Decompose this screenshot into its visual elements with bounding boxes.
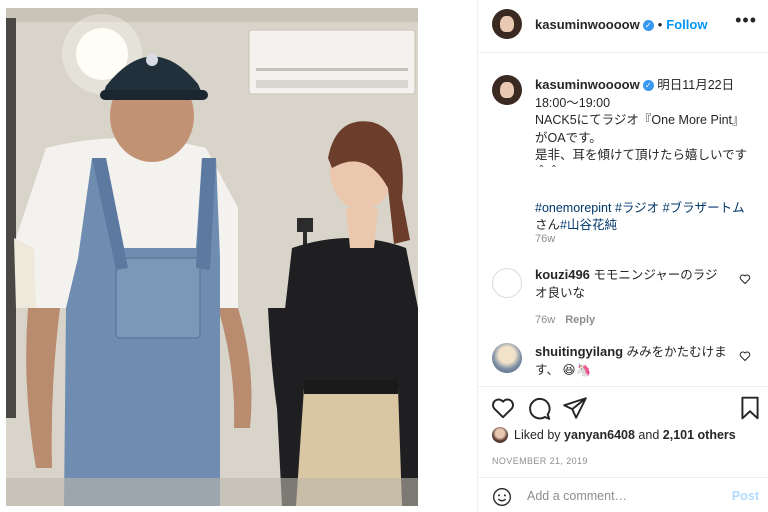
comment-timestamp[interactable]: 76w bbox=[535, 314, 555, 326]
post-comment-button[interactable]: Post bbox=[732, 489, 759, 503]
author-username[interactable]: kasuminwoooow bbox=[535, 17, 640, 32]
caption-line: 18:00〜19:00 bbox=[535, 95, 611, 110]
liker-avatar[interactable] bbox=[492, 427, 508, 443]
heart-icon[interactable] bbox=[739, 350, 751, 362]
caption-avatar[interactable] bbox=[492, 75, 522, 105]
verified-badge-icon: ✓ bbox=[642, 80, 654, 91]
caption-line: NACK5にてラジオ『One More Pint』 bbox=[535, 113, 745, 127]
caption-timestamp[interactable]: 76w bbox=[535, 233, 555, 245]
caption-line: ＾＾ bbox=[535, 165, 561, 180]
hashtag-link[interactable]: #ラジオ bbox=[615, 201, 659, 215]
caption-text: kasuminwoooow ✓ 明日11月22日 18:00〜19:00 NACK… bbox=[535, 76, 757, 235]
likes-prefix: Liked by bbox=[514, 428, 561, 442]
bookmark-icon[interactable] bbox=[737, 395, 763, 421]
heart-icon[interactable] bbox=[739, 273, 751, 285]
comment-icon[interactable] bbox=[526, 395, 552, 421]
comment-meta: 76w Reply bbox=[535, 310, 595, 328]
hashtag-link[interactable]: #山谷花純 bbox=[560, 218, 617, 232]
follow-button[interactable]: Follow bbox=[666, 17, 707, 32]
hashtag-link[interactable]: #onemorepint bbox=[535, 201, 611, 215]
comment-text: kouzi496 モモニンジャーのラジオ良いな bbox=[535, 266, 727, 302]
instagram-post: kasuminwoooow ✓ • Follow ••• kasuminwoooow ✓… bbox=[0, 0, 768, 511]
likes-count[interactable]: 2,101 others bbox=[663, 428, 736, 442]
caption-suffix: さん bbox=[535, 218, 561, 232]
reply-button[interactable]: Reply bbox=[565, 314, 595, 326]
post-header: kasuminwoooow ✓ • Follow ••• bbox=[478, 0, 768, 53]
separator-dot: • bbox=[657, 17, 663, 32]
author-avatar[interactable] bbox=[492, 9, 522, 39]
comment-input[interactable] bbox=[527, 487, 717, 505]
more-options-button[interactable]: ••• bbox=[735, 10, 757, 31]
caption-username[interactable]: kasuminwoooow bbox=[535, 77, 640, 92]
comment-username[interactable]: kouzi496 bbox=[535, 267, 590, 282]
post-side-panel: kasuminwoooow ✓ • Follow ••• kasuminwoooow ✓… bbox=[477, 0, 768, 511]
heart-icon[interactable] bbox=[490, 395, 516, 421]
likes-summary: Liked by yanyan6408 and 2,101 others bbox=[492, 427, 736, 443]
comments-section[interactable]: kasuminwoooow ✓ 明日11月22日 18:00〜19:00 NACK… bbox=[478, 53, 768, 385]
caption-line: 是非、耳を傾けて頂けたら嬉しいです bbox=[535, 148, 748, 162]
hashtag-link[interactable]: #ブラザートム bbox=[663, 201, 745, 215]
comment-avatar[interactable] bbox=[492, 343, 522, 373]
header-user-line: kasuminwoooow ✓ • Follow bbox=[535, 16, 707, 34]
add-comment-bar: Post bbox=[478, 477, 768, 512]
likes-connector: and bbox=[638, 428, 660, 442]
photo-illustration bbox=[6, 8, 418, 506]
liker-username[interactable]: yanyan6408 bbox=[564, 428, 635, 442]
post-photo[interactable] bbox=[6, 8, 418, 506]
verified-badge-icon: ✓ bbox=[642, 20, 654, 31]
comment-avatar[interactable] bbox=[492, 268, 522, 298]
post-date[interactable]: NOVEMBER 21, 2019 bbox=[492, 456, 588, 466]
comment-emoji: 😆🦄 bbox=[562, 362, 592, 377]
caption-line: がOAです。 bbox=[535, 130, 602, 145]
emoji-icon[interactable] bbox=[492, 487, 512, 507]
caption-line: 明日11月22日 bbox=[657, 78, 735, 92]
comment-text: shuitingyilang みみをかたむけます、 😆🦄 bbox=[535, 343, 727, 379]
share-icon[interactable] bbox=[562, 395, 588, 421]
action-bar bbox=[478, 386, 768, 429]
comment-username[interactable]: shuitingyilang bbox=[535, 344, 623, 359]
